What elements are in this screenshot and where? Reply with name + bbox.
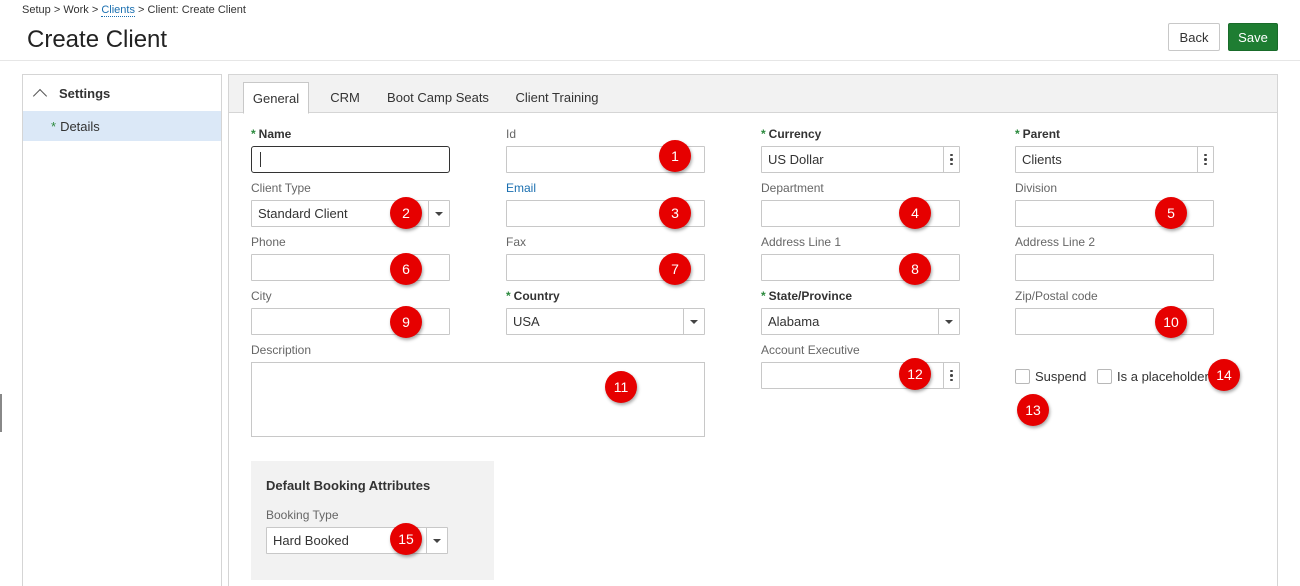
callout-badge: 10 bbox=[1155, 306, 1187, 338]
tab-general[interactable]: General bbox=[243, 82, 309, 114]
text-cursor bbox=[260, 152, 261, 167]
sidebar-section-settings[interactable]: Settings bbox=[23, 75, 221, 111]
side-drawer-handle[interactable] bbox=[0, 394, 2, 432]
phone-label: Phone bbox=[251, 235, 286, 249]
is-placeholder-label: Is a placeholder bbox=[1117, 369, 1209, 384]
booking-type-label: Booking Type bbox=[266, 508, 339, 522]
country-label: * Country bbox=[506, 289, 560, 303]
tab-boot-camp-seats[interactable]: Boot Camp Seats bbox=[383, 82, 493, 113]
required-marker: * bbox=[251, 127, 256, 141]
zip-postal-code-label: Zip/Postal code bbox=[1015, 289, 1098, 303]
callout-badge: 2 bbox=[390, 197, 422, 229]
tab-crm[interactable]: CRM bbox=[321, 82, 369, 113]
callout-badge: 3 bbox=[659, 197, 691, 229]
address-line-2-label: Address Line 2 bbox=[1015, 235, 1096, 249]
more-options-icon[interactable] bbox=[943, 147, 959, 172]
breadcrumb-separator: > bbox=[138, 4, 145, 16]
dropdown-arrow-icon[interactable] bbox=[683, 309, 704, 334]
client-form-panel: General CRM Boot Camp Seats Client Train… bbox=[228, 74, 1278, 586]
description-label: Description bbox=[251, 343, 312, 357]
tab-client-training[interactable]: Client Training bbox=[509, 82, 605, 113]
state-province-label: * State/Province bbox=[761, 289, 853, 303]
more-options-icon[interactable] bbox=[943, 363, 959, 388]
is-placeholder-checkbox[interactable] bbox=[1097, 369, 1112, 384]
save-button[interactable]: Save bbox=[1228, 23, 1278, 51]
sidebar-item-details[interactable]: * Details bbox=[23, 111, 221, 141]
dropdown-arrow-icon[interactable] bbox=[938, 309, 959, 334]
callout-badge: 12 bbox=[899, 358, 931, 390]
sidebar-section-label: Settings bbox=[59, 85, 111, 101]
dropdown-arrow-icon[interactable] bbox=[426, 528, 447, 553]
sidebar-item-label: Details bbox=[60, 118, 100, 134]
fax-label: Fax bbox=[506, 235, 527, 249]
required-marker: * bbox=[506, 289, 511, 303]
department-label: Department bbox=[761, 181, 824, 195]
required-marker: * bbox=[761, 289, 766, 303]
callout-badge: 8 bbox=[899, 253, 931, 285]
callout-badge: 7 bbox=[659, 253, 691, 285]
callout-badge: 11 bbox=[605, 371, 637, 403]
dropdown-arrow-icon[interactable] bbox=[428, 201, 449, 226]
parent-field[interactable]: Clients bbox=[1015, 146, 1214, 173]
required-marker: * bbox=[51, 118, 57, 134]
breadcrumb-setup[interactable]: Setup bbox=[22, 4, 51, 16]
client-type-label: Client Type bbox=[251, 181, 311, 195]
country-select[interactable]: USA bbox=[506, 308, 705, 335]
breadcrumb: Setup > Work > Clients > Client: Create … bbox=[22, 4, 246, 17]
address-line-2-input[interactable] bbox=[1015, 254, 1214, 281]
default-booking-attributes-panel: Default Booking Attributes Booking Type … bbox=[251, 461, 494, 580]
parent-label: * Parent bbox=[1015, 127, 1061, 141]
chevron-up-icon bbox=[32, 88, 48, 103]
state-province-select[interactable]: Alabama bbox=[761, 308, 960, 335]
breadcrumb-clients-link[interactable]: Clients bbox=[101, 4, 135, 17]
callout-badge: 6 bbox=[390, 253, 422, 285]
required-marker: * bbox=[1015, 127, 1020, 141]
callout-badge: 9 bbox=[390, 306, 422, 338]
address-line-1-label: Address Line 1 bbox=[761, 235, 842, 249]
back-button[interactable]: Back bbox=[1168, 23, 1220, 51]
callout-badge: 13 bbox=[1017, 394, 1049, 426]
breadcrumb-work[interactable]: Work bbox=[63, 4, 88, 16]
breadcrumb-separator: > bbox=[53, 4, 61, 16]
callout-badge: 1 bbox=[659, 140, 691, 172]
suspend-checkbox[interactable] bbox=[1015, 369, 1030, 384]
page-title: Create Client bbox=[27, 26, 168, 53]
breadcrumb-separator: > bbox=[91, 4, 99, 16]
callout-badge: 14 bbox=[1208, 359, 1240, 391]
name-input[interactable] bbox=[251, 146, 450, 173]
header-divider bbox=[0, 60, 1300, 61]
callout-badge: 5 bbox=[1155, 197, 1187, 229]
booking-section-title: Default Booking Attributes bbox=[266, 478, 431, 493]
currency-label: * Currency bbox=[761, 127, 822, 141]
currency-field[interactable]: US Dollar bbox=[761, 146, 960, 173]
breadcrumb-current: Client: Create Client bbox=[147, 4, 246, 16]
city-label: City bbox=[251, 289, 272, 303]
required-marker: * bbox=[761, 127, 766, 141]
tab-bar: General CRM Boot Camp Seats Client Train… bbox=[229, 75, 1277, 114]
suspend-label: Suspend bbox=[1035, 369, 1087, 384]
email-label[interactable]: Email bbox=[506, 181, 536, 195]
division-label: Division bbox=[1015, 181, 1058, 195]
account-executive-label: Account Executive bbox=[761, 343, 860, 357]
id-label: Id bbox=[506, 127, 517, 141]
more-options-icon[interactable] bbox=[1197, 147, 1213, 172]
name-label: * Name bbox=[251, 127, 292, 141]
settings-sidebar: Settings * Details bbox=[22, 74, 222, 586]
description-textarea[interactable] bbox=[251, 362, 705, 437]
callout-badge: 15 bbox=[390, 523, 422, 555]
callout-badge: 4 bbox=[899, 197, 931, 229]
